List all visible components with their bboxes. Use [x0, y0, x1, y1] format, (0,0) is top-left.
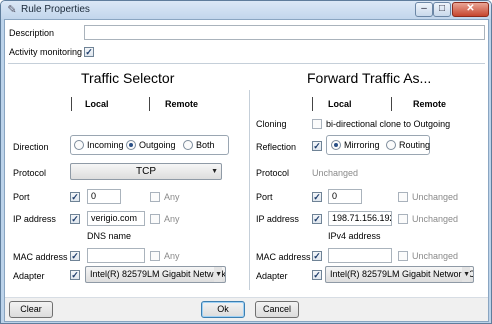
direction-incoming-radio[interactable] [74, 140, 84, 150]
reflection-mirroring-radio[interactable] [331, 140, 341, 150]
ft-ip-unchanged-label: Unchanged [412, 214, 459, 224]
title-bar[interactable]: ✎ Rule Properties – □ ✕ [1, 1, 491, 19]
ts-adapter-value: Intel(R) 82579LM Gigabit Network [90, 269, 226, 279]
ft-col-divider-left [312, 97, 313, 111]
ts-mac-checkbox[interactable]: ✓ [70, 251, 80, 261]
ft-port-unchanged-label: Unchanged [412, 192, 459, 202]
column-separator [249, 90, 250, 290]
minimize-button[interactable]: – [415, 2, 433, 17]
ts-port-any-label: Any [164, 192, 180, 202]
reflection-radio-group: Mirroring Routing [326, 135, 430, 155]
ft-mac-unchanged-label: Unchanged [412, 251, 459, 261]
ok-button[interactable]: Ok [201, 301, 245, 318]
protocol-dropdown[interactable]: TCP ▼ [70, 163, 222, 180]
ts-remote-header: Remote [165, 99, 199, 109]
ft-reflection-label: Reflection [256, 142, 297, 152]
reflection-routing-label[interactable]: Routing [399, 140, 430, 150]
traffic-selector-heading: Traffic Selector [81, 70, 175, 86]
ts-ip-hint: DNS name [87, 231, 132, 241]
ts-ip-label: IP address [13, 214, 56, 224]
description-label: Description [9, 28, 55, 38]
ts-adapter-dropdown[interactable]: Intel(R) 82579LM Gigabit Network ▼ [85, 266, 226, 283]
ft-adapter-dropdown[interactable]: Intel(R) 82579LM Gigabit Network C ▼ [325, 266, 474, 283]
forward-traffic-heading: Forward Traffic As... [307, 70, 432, 86]
ts-ip-any-checkbox[interactable] [150, 214, 160, 224]
ts-protocol-label: Protocol [13, 168, 47, 178]
ft-cloning-label: Cloning [256, 119, 287, 129]
ft-protocol-label: Protocol [256, 168, 290, 178]
ts-adapter-checkbox[interactable]: ✓ [70, 270, 80, 280]
ft-protocol-value: Unchanged [312, 168, 359, 178]
activity-monitoring-label: Activity monitoring [9, 47, 83, 57]
ts-ip-any-label: Any [164, 214, 180, 224]
direction-radio-group: Incoming Outgoing Both [70, 135, 229, 155]
ft-adapter-checkbox[interactable]: ✓ [312, 270, 322, 280]
direction-both-label[interactable]: Both [196, 140, 215, 150]
ft-mac-input[interactable] [328, 248, 392, 263]
ft-ip-checkbox[interactable]: ✓ [312, 214, 322, 224]
reflection-routing-radio[interactable] [386, 140, 396, 150]
close-button[interactable]: ✕ [452, 2, 489, 17]
clear-button[interactable]: Clear [9, 301, 53, 318]
chevron-down-icon: ▼ [211, 168, 218, 175]
ft-cloning-checkbox[interactable] [312, 119, 322, 129]
ts-mac-label: MAC address [13, 252, 68, 262]
ts-mac-any-checkbox[interactable] [150, 251, 160, 261]
top-separator [8, 63, 485, 64]
ft-cloning-text[interactable]: bi-directional clone to Outgoing [326, 119, 450, 129]
direction-incoming-label[interactable]: Incoming [87, 140, 124, 150]
chevron-down-icon: ▼ [462, 267, 470, 282]
ts-ip-input[interactable]: verigio.com [87, 211, 145, 226]
ft-col-divider-mid [391, 97, 392, 111]
ft-adapter-label: Adapter [256, 271, 288, 281]
cancel-button[interactable]: Cancel [255, 301, 299, 318]
direction-both-radio[interactable] [183, 140, 193, 150]
ft-mac-unchanged-checkbox[interactable] [398, 251, 408, 261]
button-bar: Clear Ok Cancel [5, 297, 488, 321]
window-title: Rule Properties [21, 4, 90, 15]
ft-ip-input[interactable]: 198.71.156.192 [328, 211, 392, 226]
direction-outgoing-label[interactable]: Outgoing [139, 140, 176, 150]
ft-reflection-checkbox[interactable]: ✓ [312, 141, 322, 151]
ts-adapter-label: Adapter [13, 271, 45, 281]
activity-monitoring-checkbox[interactable]: ✓ [84, 47, 94, 57]
dialog-body: Description Activity monitoring ✓ Traffi… [4, 19, 489, 322]
ts-mac-any-label: Any [164, 251, 180, 261]
rule-properties-window: ✎ Rule Properties – □ ✕ Description Acti… [0, 0, 492, 324]
ft-remote-header: Remote [413, 99, 447, 109]
ts-port-any-checkbox[interactable] [150, 192, 160, 202]
ft-mac-checkbox[interactable]: ✓ [312, 251, 322, 261]
reflection-mirroring-label[interactable]: Mirroring [344, 140, 380, 150]
ts-direction-label: Direction [13, 142, 49, 152]
ft-local-header: Local [328, 99, 352, 109]
protocol-value: TCP [136, 166, 156, 177]
chevron-down-icon: ▼ [214, 267, 222, 282]
ft-port-unchanged-checkbox[interactable] [398, 192, 408, 202]
ts-col-divider-mid [149, 97, 150, 111]
ft-mac-label: MAC address [256, 252, 311, 262]
ft-ip-hint: IPv4 address [328, 231, 381, 241]
ft-port-input[interactable]: 0 [328, 189, 362, 204]
ts-local-header: Local [85, 99, 109, 109]
ts-col-divider-left [71, 97, 72, 111]
ft-ip-label: IP address [256, 214, 299, 224]
ft-ip-unchanged-checkbox[interactable] [398, 214, 408, 224]
ft-port-checkbox[interactable]: ✓ [312, 192, 322, 202]
ts-port-checkbox[interactable]: ✓ [70, 192, 80, 202]
ts-mac-input[interactable] [87, 248, 145, 263]
description-input[interactable] [84, 25, 485, 40]
ts-ip-checkbox[interactable]: ✓ [70, 214, 80, 224]
ts-port-input[interactable]: 0 [87, 189, 121, 204]
ft-port-label: Port [256, 192, 273, 202]
wrench-icon: ✎ [7, 4, 17, 16]
maximize-button[interactable]: □ [433, 2, 451, 17]
ts-port-label: Port [13, 192, 30, 202]
direction-outgoing-radio[interactable] [126, 140, 136, 150]
ft-adapter-value: Intel(R) 82579LM Gigabit Network C [330, 269, 474, 279]
